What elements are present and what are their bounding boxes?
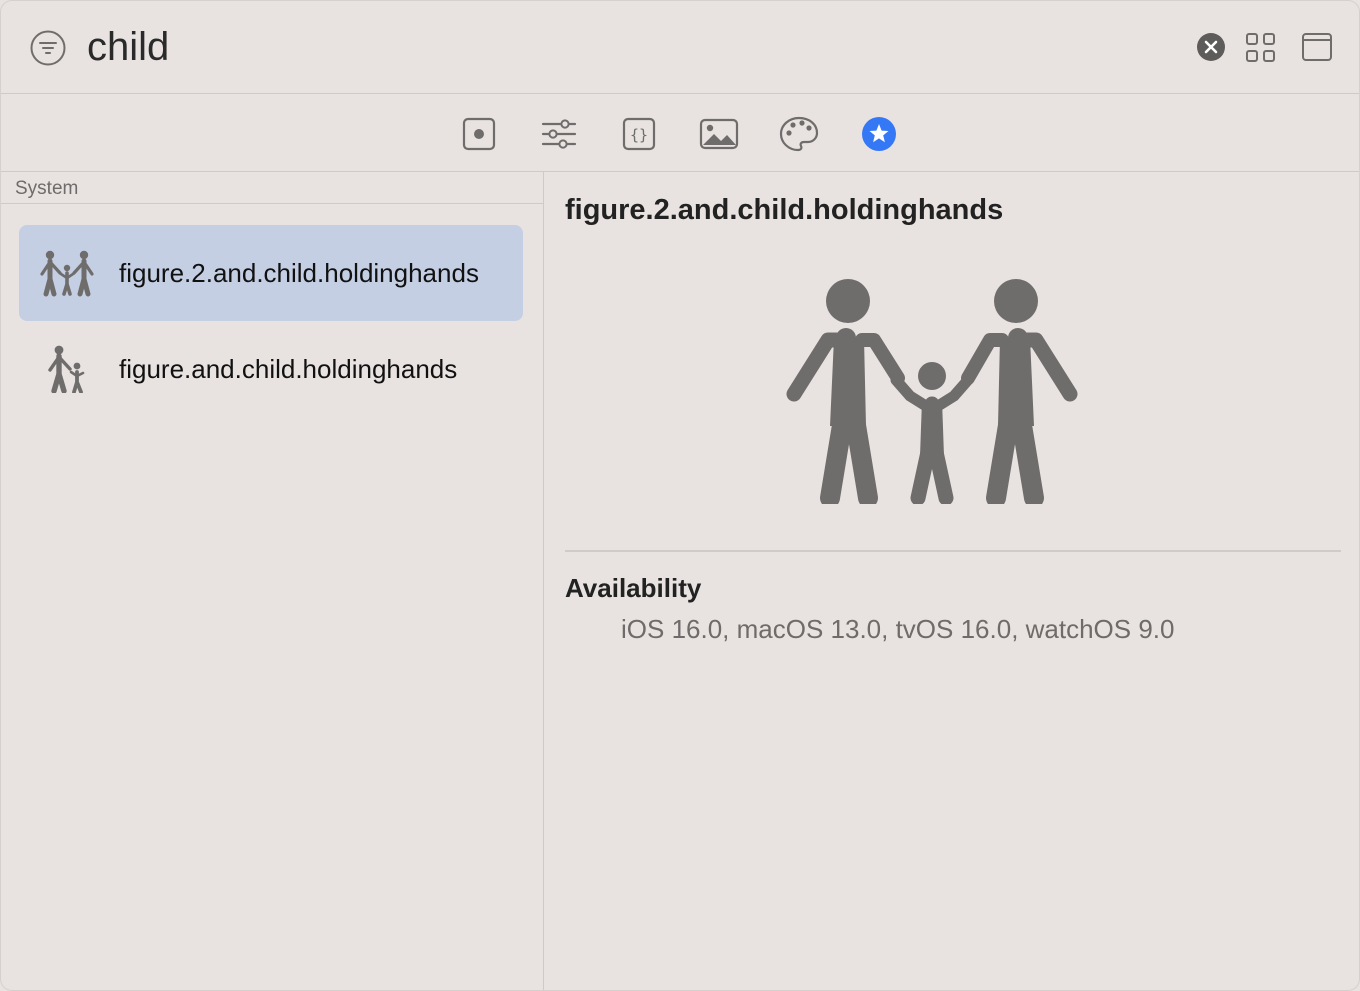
star-icon[interactable] xyxy=(859,114,899,154)
svg-text:{}: {} xyxy=(630,126,648,144)
library-tab-bar: {} xyxy=(1,94,1359,172)
component-icon[interactable] xyxy=(459,114,499,154)
window-icon[interactable] xyxy=(1301,32,1333,62)
palette-icon[interactable] xyxy=(779,114,819,154)
search-bar xyxy=(1,1,1359,94)
section-header: System xyxy=(1,172,543,204)
symbol-list-sidebar: System figure.2.and.child.holdinghands f… xyxy=(1,172,544,990)
family-icon xyxy=(786,279,1078,504)
search-input[interactable] xyxy=(87,21,1167,73)
section-label: System xyxy=(15,178,79,199)
code-braces-icon[interactable]: {} xyxy=(619,114,659,154)
list-item[interactable]: figure.2.and.child.holdinghands xyxy=(19,225,523,321)
clear-search-icon[interactable] xyxy=(1197,33,1225,61)
availability-value: iOS 16.0, macOS 13.0, tvOS 16.0, watchOS… xyxy=(621,614,1175,644)
symbol-title: figure.2.and.child.holdinghands xyxy=(565,194,1004,226)
family-icon xyxy=(40,250,94,297)
list-item[interactable]: figure.and.child.holdinghands xyxy=(19,321,523,417)
divider xyxy=(565,550,1341,552)
grid-view-icon[interactable] xyxy=(1245,32,1276,63)
parent-child-icon xyxy=(48,345,85,393)
list-item-label: figure.and.child.holdinghands xyxy=(119,354,458,384)
symbols-library-window: {} System xyxy=(0,0,1360,991)
image-icon[interactable] xyxy=(699,114,739,154)
sliders-icon[interactable] xyxy=(539,114,579,154)
availability-heading: Availability xyxy=(565,573,702,603)
filter-icon[interactable] xyxy=(30,30,66,66)
list-item-label: figure.2.and.child.holdinghands xyxy=(119,258,479,288)
symbol-detail-pane: figure.2.and.child.holdinghands Availabi… xyxy=(544,172,1359,990)
